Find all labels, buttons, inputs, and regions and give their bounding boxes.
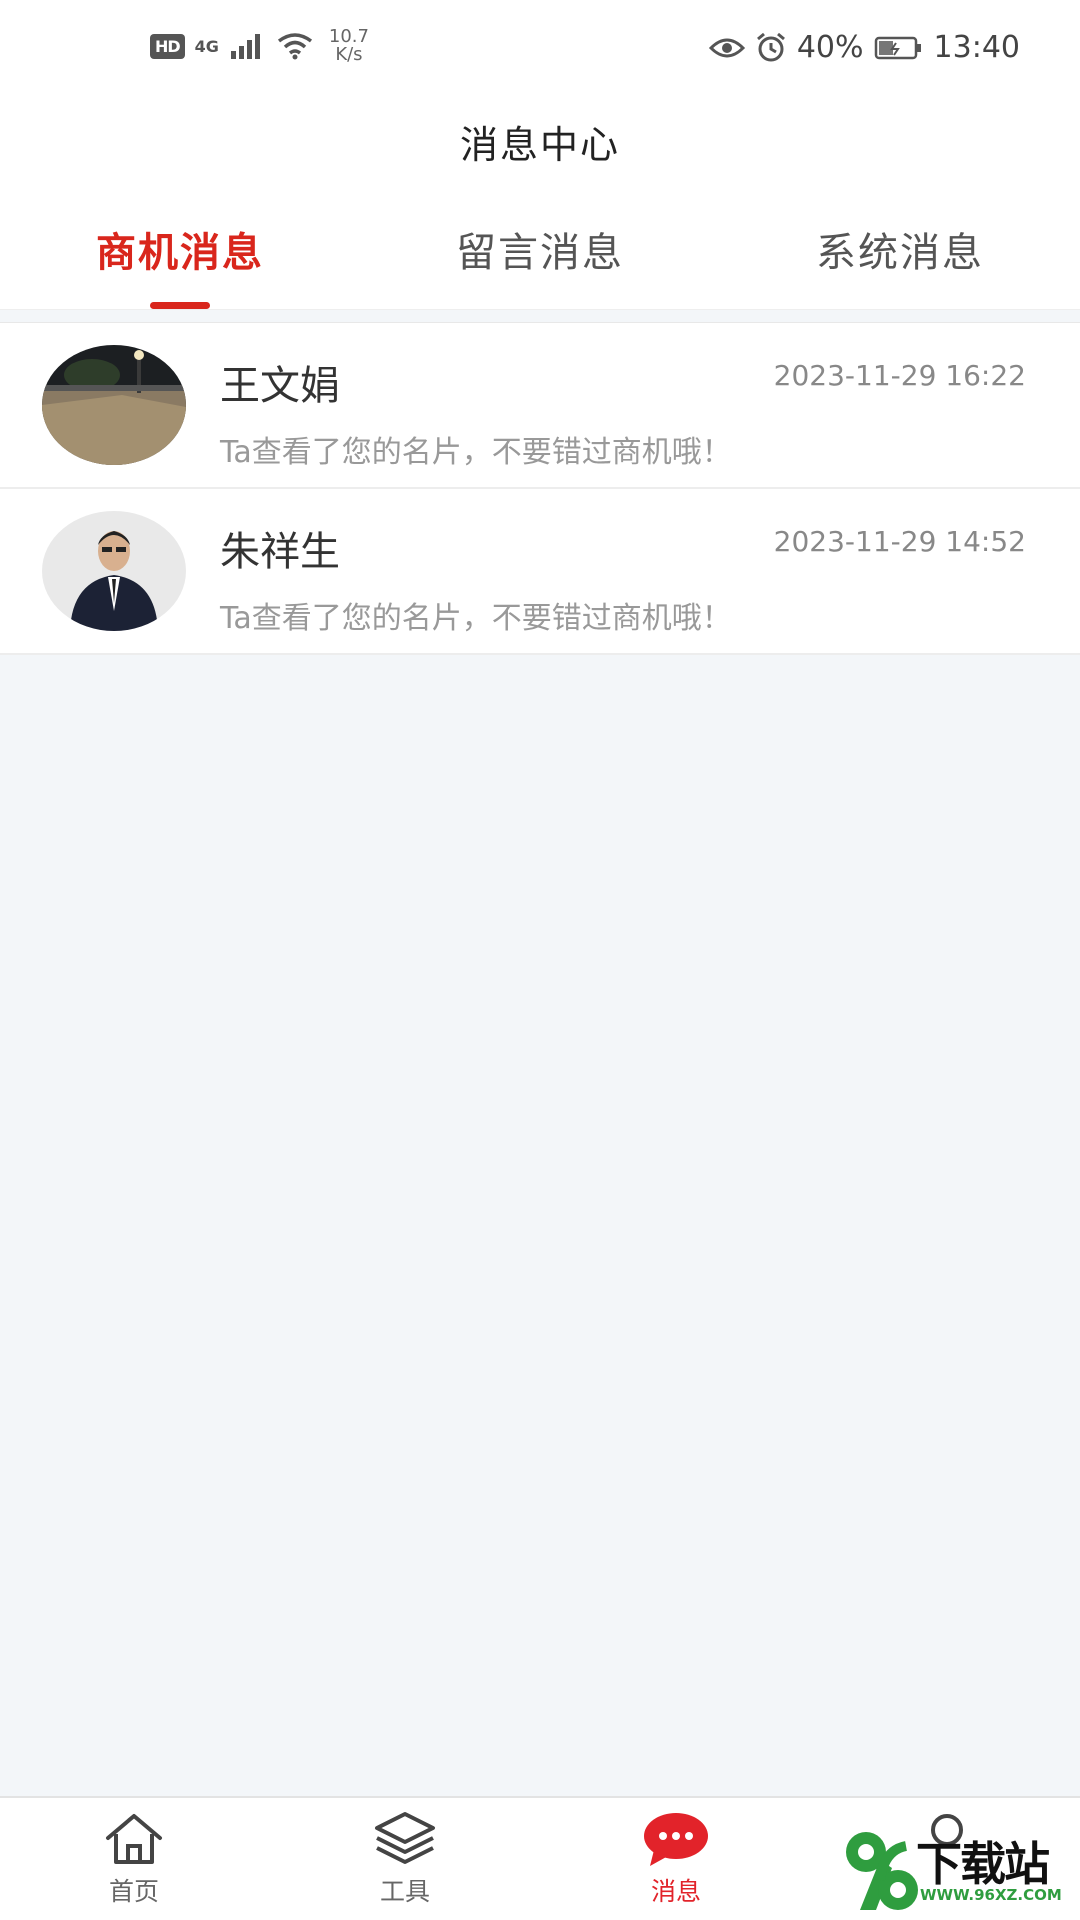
- status-left: HD 4G 10.7 K/s: [150, 28, 373, 64]
- title-bar: 消息中心: [0, 100, 1080, 190]
- battery-icon: [874, 36, 921, 59]
- nav-label: 首页: [108, 1877, 159, 1906]
- tab-comment-messages[interactable]: 留言消息: [390, 220, 690, 290]
- network-label: 4G: [194, 36, 219, 56]
- battery-percent: 40%: [796, 30, 864, 65]
- nav-home[interactable]: 首页: [64, 1810, 204, 1920]
- nav-label: 消息: [650, 1877, 701, 1906]
- app-root: HD 4G 10.7 K/s 40% 13:40 消息中心 商机消息 留言消息 …: [0, 0, 1080, 1920]
- message-time: 2023-11-29 14:52: [773, 525, 1026, 558]
- hd-badge: HD: [150, 33, 185, 59]
- alarm-icon: [756, 32, 785, 61]
- page-title: 消息中心: [459, 123, 620, 167]
- home-icon: [106, 1814, 162, 1864]
- chat-bubble-icon: [644, 1813, 708, 1866]
- contact-name: 朱祥生: [220, 529, 340, 575]
- avatar: [42, 511, 186, 631]
- nav-tools[interactable]: 工具: [335, 1810, 475, 1920]
- tab-business-messages[interactable]: 商机消息: [30, 220, 330, 290]
- watermark-logo: 下载站 WWW.96XZ.COM: [840, 1810, 1080, 1920]
- signal-icon: [230, 34, 260, 59]
- watermark-96-logo: [846, 1832, 918, 1910]
- status-right: 40% 13:40: [708, 30, 1020, 65]
- watermark-url: WWW.96XZ.COM: [920, 1886, 1062, 1904]
- nav-label: 工具: [379, 1877, 430, 1906]
- status-bar: HD 4G 10.7 K/s 40% 13:40: [0, 0, 1080, 100]
- tab-bar: 商机消息 留言消息 系统消息: [0, 190, 1080, 310]
- layers-icon: [375, 1812, 435, 1864]
- speed-unit: K/s: [335, 44, 363, 65]
- avatar: [42, 345, 186, 465]
- network-speed: 10.7 K/s: [325, 28, 373, 64]
- message-preview: Ta查看了您的名片，不要错过商机哦！: [220, 601, 732, 636]
- eye-icon: [708, 38, 745, 57]
- list-item[interactable]: 朱祥生 2023-11-29 14:52 Ta查看了您的名片，不要错过商机哦！: [0, 489, 1080, 655]
- tab-label: 系统消息: [816, 230, 984, 276]
- contact-name: 王文娟: [220, 363, 340, 409]
- watermark-text: 下载站: [916, 1837, 1050, 1891]
- tab-label: 商机消息: [96, 230, 264, 276]
- active-tab-indicator: [150, 302, 210, 309]
- message-list: 王文娟 2023-11-29 16:22 Ta查看了您的名片，不要错过商机哦！ …: [0, 322, 1080, 655]
- list-item[interactable]: 王文娟 2023-11-29 16:22 Ta查看了您的名片，不要错过商机哦！: [0, 323, 1080, 489]
- message-preview: Ta查看了您的名片，不要错过商机哦！: [220, 435, 732, 470]
- clock-time: 13:40: [933, 30, 1020, 65]
- tab-system-messages[interactable]: 系统消息: [750, 220, 1050, 290]
- wifi-icon: [277, 33, 312, 60]
- message-time: 2023-11-29 16:22: [773, 359, 1026, 392]
- tab-label: 留言消息: [456, 230, 624, 276]
- nav-messages[interactable]: 消息: [606, 1810, 746, 1920]
